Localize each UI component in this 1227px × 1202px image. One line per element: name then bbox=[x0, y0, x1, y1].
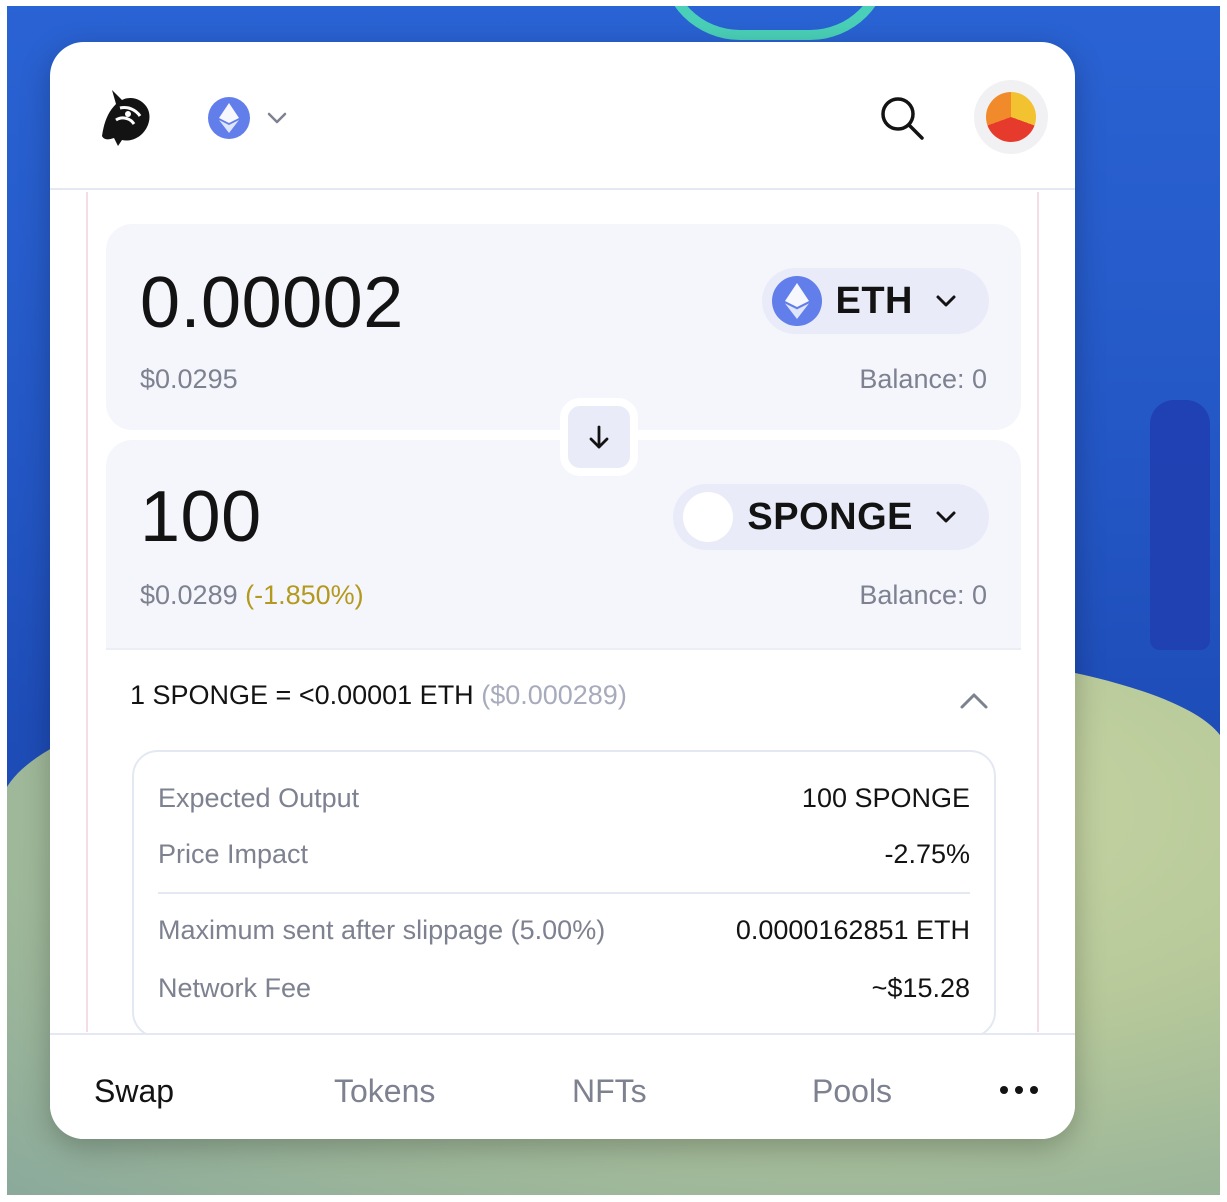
input-token-selector[interactable]: ETH bbox=[761, 268, 989, 334]
avatar-image bbox=[986, 92, 1036, 142]
switch-direction-button[interactable] bbox=[560, 398, 638, 476]
exchange-rate-text: 1 SPONGE = <0.00001 ETH bbox=[130, 680, 474, 710]
output-usd-value: $0.0289 (-1.850%) bbox=[140, 580, 364, 611]
output-amount[interactable]: 100 bbox=[140, 476, 262, 558]
detail-label: Expected Output bbox=[158, 782, 360, 813]
more-options-icon[interactable] bbox=[999, 1083, 1039, 1097]
chevron-up-icon[interactable] bbox=[957, 684, 991, 718]
chevron-down-icon bbox=[936, 295, 956, 307]
details-box: Expected Output 100 SPONGE Price Impact … bbox=[132, 750, 996, 1038]
detail-label: Maximum sent after slippage (5.00%) bbox=[158, 914, 606, 945]
input-balance: Balance: 0 bbox=[859, 364, 987, 394]
header bbox=[50, 42, 1075, 190]
background-arch bbox=[660, 0, 890, 40]
tab-tokens[interactable]: Tokens bbox=[334, 1073, 435, 1110]
swap-details: 1 SPONGE = <0.00001 ETH ($0.000289) Expe… bbox=[106, 648, 1021, 1068]
detail-row-price-impact: Price Impact -2.75% bbox=[158, 834, 970, 874]
arrow-down-icon bbox=[589, 425, 609, 449]
sponge-token-icon bbox=[683, 492, 734, 542]
search-icon[interactable] bbox=[878, 94, 926, 142]
exchange-rate-usd: ($0.000289) bbox=[481, 680, 627, 710]
swap-card: 0.00002 $0.0295 Balance: 0 ETH 100 $0.02… bbox=[50, 42, 1075, 1139]
tab-nfts[interactable]: NFTs bbox=[572, 1073, 647, 1110]
output-usd-amount: $0.0289 bbox=[140, 580, 238, 610]
detail-value: -2.75% bbox=[884, 838, 970, 869]
input-usd-value: $0.0295 bbox=[140, 364, 238, 394]
details-divider bbox=[158, 892, 970, 894]
ethereum-icon bbox=[208, 97, 250, 139]
input-panel[interactable]: 0.00002 $0.0295 Balance: 0 ETH bbox=[106, 224, 1021, 430]
detail-label: Price Impact bbox=[158, 838, 309, 869]
detail-row-max-sent: Maximum sent after slippage (5.00%) 0.00… bbox=[158, 910, 970, 950]
output-balance: Balance: 0 bbox=[859, 580, 987, 610]
ethereum-icon bbox=[771, 276, 822, 326]
exchange-rate[interactable]: 1 SPONGE = <0.00001 ETH ($0.000289) bbox=[130, 680, 627, 711]
chain-selector[interactable] bbox=[208, 96, 290, 140]
input-token-symbol: ETH bbox=[835, 279, 913, 322]
detail-value: ~$15.28 bbox=[871, 972, 970, 1003]
unicorn-logo-icon[interactable] bbox=[94, 86, 156, 148]
input-amount[interactable]: 0.00002 bbox=[140, 262, 404, 344]
detail-row-expected-output: Expected Output 100 SPONGE bbox=[158, 778, 970, 818]
detail-value: 100 SPONGE bbox=[801, 782, 970, 813]
output-token-symbol: SPONGE bbox=[747, 495, 913, 538]
tab-swap[interactable]: Swap bbox=[94, 1073, 174, 1110]
output-token-selector[interactable]: SPONGE bbox=[673, 484, 989, 550]
chevron-down-icon bbox=[267, 112, 287, 124]
output-price-impact: (-1.850%) bbox=[245, 580, 364, 610]
chevron-down-icon bbox=[936, 511, 956, 523]
tab-pools[interactable]: Pools bbox=[812, 1073, 892, 1110]
wallet-avatar[interactable] bbox=[974, 80, 1048, 154]
swap-content: 0.00002 $0.0295 Balance: 0 ETH 100 $0.02… bbox=[86, 192, 1039, 1068]
background-bottle bbox=[1150, 400, 1210, 650]
detail-label: Network Fee bbox=[158, 972, 312, 1003]
bottom-tab-bar: Swap Tokens NFTs Pools bbox=[50, 1033, 1075, 1139]
detail-value: 0.0000162851 ETH bbox=[735, 914, 970, 945]
detail-row-network-fee: Network Fee ~$15.28 bbox=[158, 968, 970, 1008]
